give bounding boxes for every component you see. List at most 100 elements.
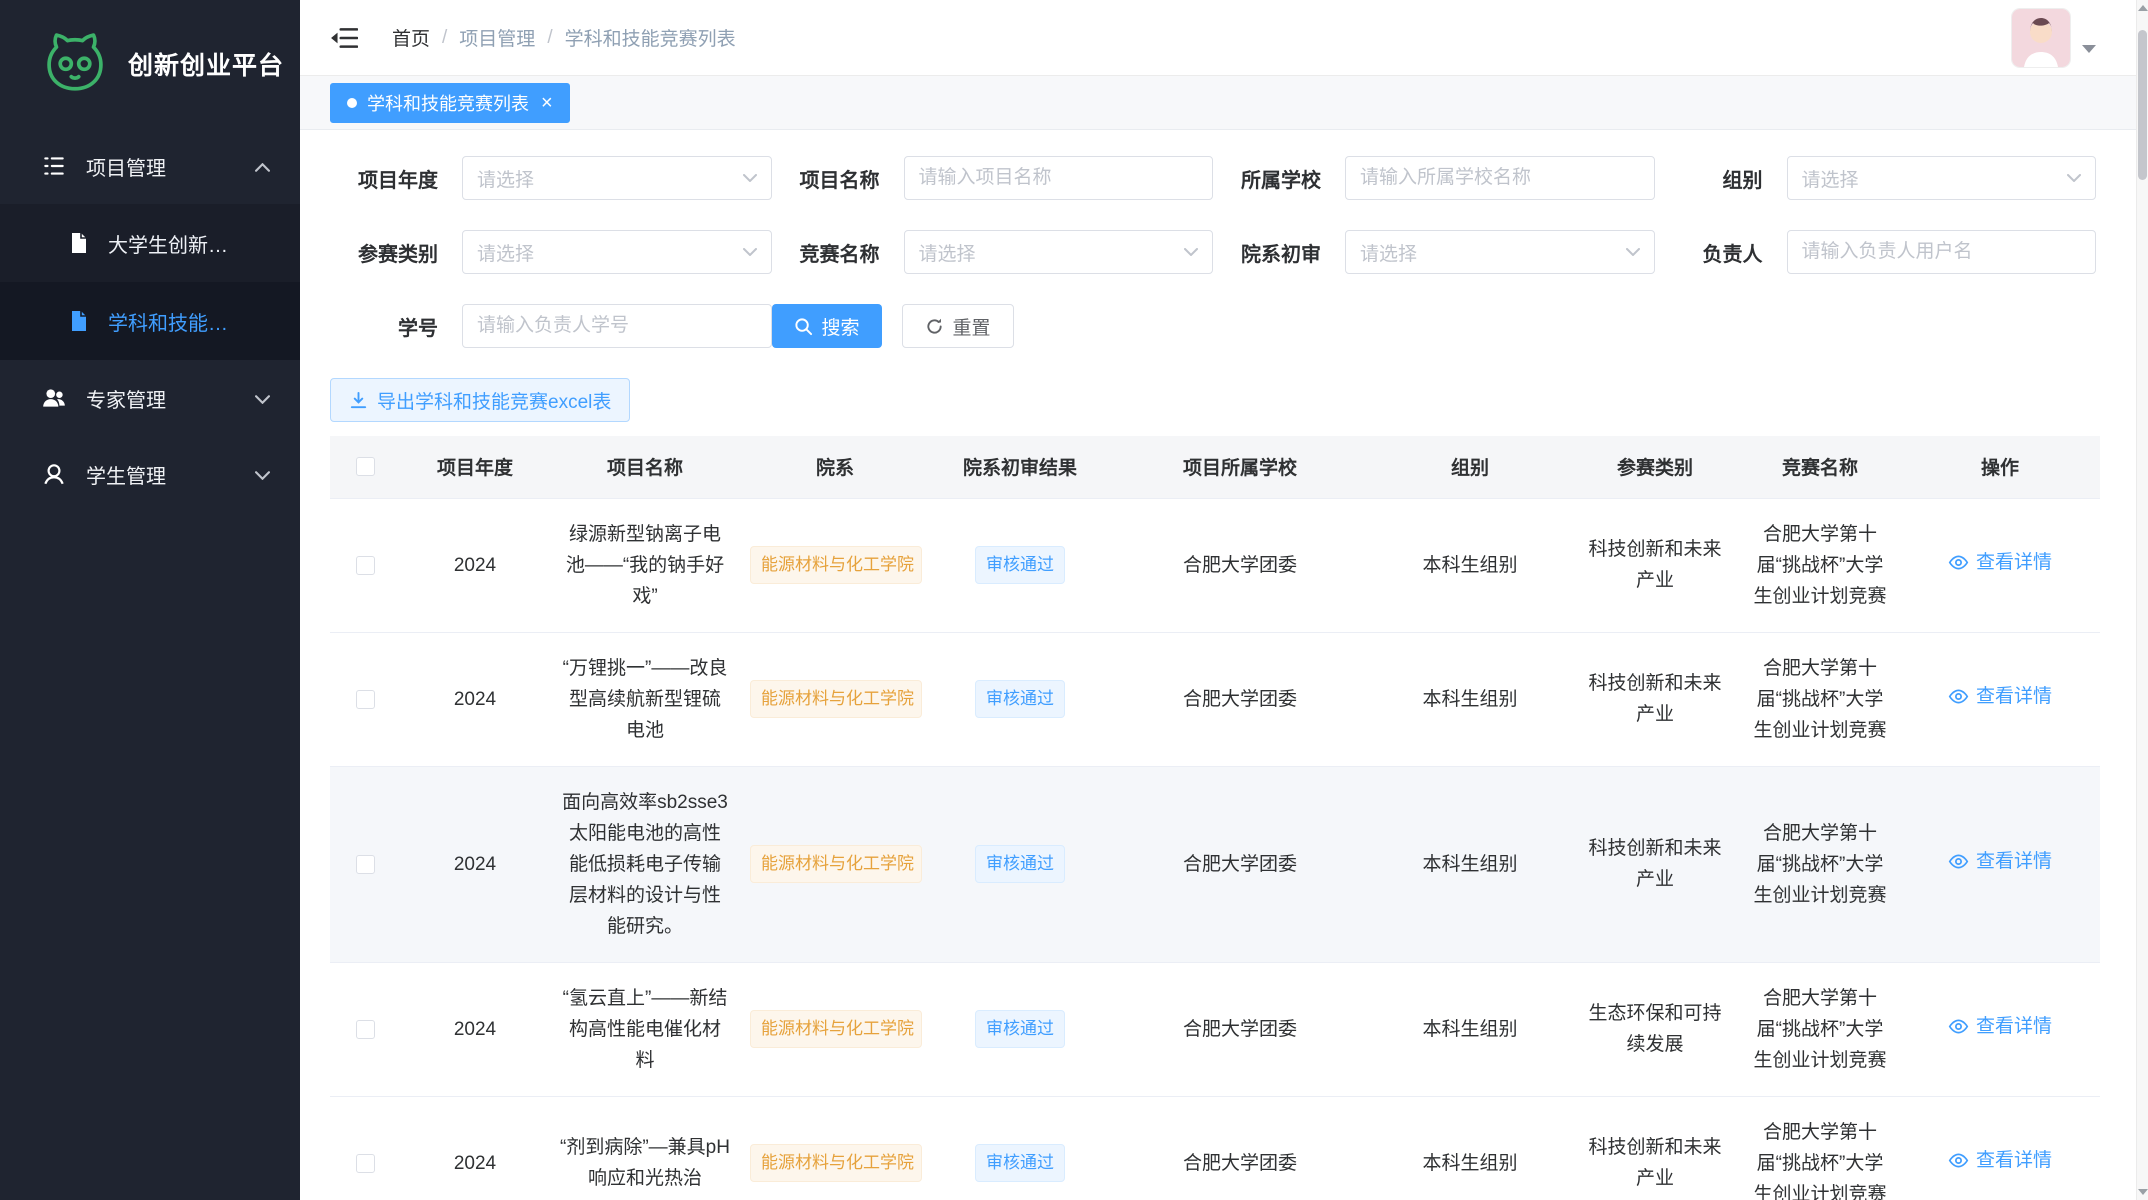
- school-input[interactable]: [1345, 156, 1655, 200]
- filter-group: 组别 请选择: [1655, 156, 2097, 200]
- filter-label: 组别: [1655, 164, 1763, 193]
- review-status-tag: 审核通过: [975, 1010, 1065, 1048]
- cell-category: 科技创新和未来产业: [1570, 632, 1740, 766]
- scrollbar-thumb[interactable]: [2138, 30, 2147, 180]
- view-detail-link[interactable]: 查看详情: [1948, 1145, 2052, 1176]
- view-detail-label: 查看详情: [1976, 846, 2052, 877]
- cell-school: 合肥大学团委: [1110, 1096, 1370, 1200]
- row-checkbox[interactable]: [356, 1020, 375, 1039]
- document-icon: [66, 309, 92, 333]
- column-header: 项目年度: [400, 436, 550, 498]
- sidebar-item-label: 项目管理: [86, 152, 166, 181]
- sidebar-collapse-icon[interactable]: [330, 26, 358, 50]
- select-all-checkbox[interactable]: [356, 457, 375, 476]
- row-checkbox[interactable]: [356, 690, 375, 709]
- table-row: 2024 “氢云直上”——新结构高性能电催化材料 能源材料与化工学院 审核通过 …: [330, 962, 2100, 1096]
- tab-label: 学科和技能竞赛列表: [367, 90, 529, 116]
- row-checkbox[interactable]: [356, 1154, 375, 1173]
- filter-label: 院系初审: [1213, 238, 1321, 267]
- cell-competition: 合肥大学第十届“挑战杯”大学生创业计划竞赛: [1740, 766, 1900, 962]
- select-placeholder: 请选择: [477, 165, 534, 192]
- view-detail-link[interactable]: 查看详情: [1948, 681, 2052, 712]
- sidebar-item-student-mgmt[interactable]: 学生管理: [0, 436, 300, 512]
- experts-icon: [40, 385, 68, 411]
- cell-year: 2024: [400, 766, 550, 962]
- reset-button[interactable]: 重置: [902, 304, 1014, 348]
- view-detail-link[interactable]: 查看详情: [1948, 846, 2052, 877]
- breadcrumb-current: 学科和技能竞赛列表: [565, 24, 736, 51]
- competition-select[interactable]: 请选择: [904, 230, 1214, 274]
- scroll-down-icon[interactable]: [2138, 1189, 2148, 1195]
- view-detail-link[interactable]: 查看详情: [1948, 1011, 2052, 1042]
- cell-project-name: 面向高效率sb2sse3太阳能电池的高性能低损耗电子传输层材料的设计与性能研究。: [550, 766, 740, 962]
- chevron-up-icon: [255, 155, 270, 178]
- sidebar-item-undergrad-innovation[interactable]: 大学生创新…: [0, 204, 300, 282]
- category-select[interactable]: 请选择: [462, 230, 772, 274]
- cell-school: 合肥大学团委: [1110, 498, 1370, 632]
- search-button[interactable]: 搜索: [772, 304, 882, 348]
- search-icon: [794, 317, 813, 336]
- review-status-tag: 审核通过: [975, 845, 1065, 883]
- list-icon: [40, 153, 68, 179]
- view-detail-label: 查看详情: [1976, 1145, 2052, 1176]
- breadcrumb-separator: /: [442, 27, 447, 49]
- app-root: 创新创业平台 项目管理 大学生创新…: [0, 0, 2148, 1200]
- project-name-input[interactable]: [904, 156, 1214, 200]
- chevron-down-icon: [255, 463, 270, 486]
- logo-icon: [38, 24, 112, 104]
- eye-icon: [1948, 552, 1969, 573]
- tab-subject-skill-list[interactable]: 学科和技能竞赛列表 ×: [330, 83, 570, 123]
- filter-label: 竞赛名称: [772, 238, 880, 267]
- sidebar-menu: 项目管理 大学生创新… 学科和技能…: [0, 128, 300, 512]
- dept-tag: 能源材料与化工学院: [750, 680, 922, 718]
- sidebar-item-subject-skill[interactable]: 学科和技能…: [0, 282, 300, 360]
- search-button-label: 搜索: [822, 313, 860, 340]
- select-placeholder: 请选择: [1802, 165, 1859, 192]
- eye-icon: [1948, 686, 1969, 707]
- leader-input[interactable]: [1787, 230, 2097, 274]
- main-area: 首页 / 项目管理 / 学科和技能竞赛列表: [300, 0, 2136, 1200]
- user-menu-caret-icon[interactable]: [2082, 45, 2096, 53]
- select-placeholder: 请选择: [1360, 239, 1417, 266]
- export-excel-label: 导出学科和技能竞赛excel表: [377, 387, 611, 414]
- app-logo: 创新创业平台: [0, 0, 300, 128]
- dept-tag: 能源材料与化工学院: [750, 546, 922, 584]
- group-select[interactable]: 请选择: [1787, 156, 2097, 200]
- row-checkbox[interactable]: [356, 855, 375, 874]
- filter-label: 参赛类别: [330, 238, 438, 267]
- export-excel-button[interactable]: 导出学科和技能竞赛excel表: [330, 378, 630, 422]
- tab-close-icon[interactable]: ×: [541, 93, 553, 113]
- student-no-input[interactable]: [462, 304, 772, 348]
- cell-year: 2024: [400, 962, 550, 1096]
- table-row: 2024 “剂到病除”—兼具pH响应和光热治 能源材料与化工学院 审核通过 合肥…: [330, 1096, 2100, 1200]
- breadcrumb-home[interactable]: 首页: [392, 24, 430, 51]
- sidebar-item-expert-mgmt[interactable]: 专家管理: [0, 360, 300, 436]
- dept-review-select[interactable]: 请选择: [1345, 230, 1655, 274]
- select-placeholder: 请选择: [919, 239, 976, 266]
- dept-tag: 能源材料与化工学院: [750, 1010, 922, 1048]
- cell-project-name: “剂到病除”—兼具pH响应和光热治: [550, 1096, 740, 1200]
- sidebar-item-label: 大学生创新…: [108, 229, 228, 258]
- chevron-down-icon: [743, 248, 757, 256]
- avatar[interactable]: [2012, 9, 2070, 67]
- scroll-up-icon[interactable]: [2138, 5, 2148, 11]
- vertical-scrollbar[interactable]: [2136, 0, 2148, 1200]
- cell-group: 本科生组别: [1370, 766, 1570, 962]
- sidebar-item-project-mgmt[interactable]: 项目管理: [0, 128, 300, 204]
- column-header: 项目所属学校: [1110, 436, 1370, 498]
- view-detail-link[interactable]: 查看详情: [1948, 547, 2052, 578]
- filter-actions: 搜索 重置: [772, 304, 2097, 348]
- row-checkbox[interactable]: [356, 556, 375, 575]
- chevron-down-icon: [2067, 174, 2081, 182]
- review-status-tag: 审核通过: [975, 680, 1065, 718]
- breadcrumb: 首页 / 项目管理 / 学科和技能竞赛列表: [392, 24, 736, 51]
- chevron-down-icon: [1626, 248, 1640, 256]
- project-year-select[interactable]: 请选择: [462, 156, 772, 200]
- filter-project-name: 项目名称: [772, 156, 1214, 200]
- cell-school: 合肥大学团委: [1110, 632, 1370, 766]
- eye-icon: [1948, 851, 1969, 872]
- column-header: 院系初审结果: [930, 436, 1110, 498]
- breadcrumb-section[interactable]: 项目管理: [459, 24, 535, 51]
- cell-competition: 合肥大学第十届“挑战杯”大学生创业计划竞赛: [1740, 1096, 1900, 1200]
- column-header: 竞赛名称: [1740, 436, 1900, 498]
